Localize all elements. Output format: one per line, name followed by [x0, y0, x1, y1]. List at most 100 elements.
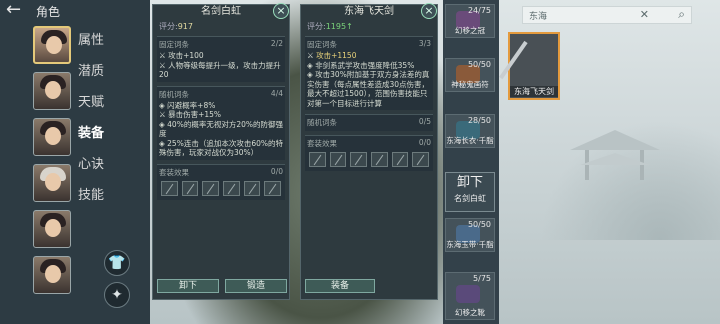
durability-count: 28/50 — [467, 116, 491, 125]
set-slot — [391, 152, 409, 167]
unequip-label: 卸下 — [456, 175, 483, 190]
fixed-attributes: 固定词条 3/3 ⚔ 攻击+1150 ◈ 非剑系武学攻击强度降低35% ◈ 攻击3… — [305, 36, 433, 110]
attribute-line: ◈ 40%的概率无视对方20%的防御强度 — [159, 119, 283, 139]
score-up-arrow-icon: ↑ — [346, 22, 353, 31]
outfit-button[interactable]: 👕 — [104, 250, 130, 276]
set-slot — [371, 152, 388, 167]
durability-count: 5/75 — [473, 274, 491, 283]
set-slot — [161, 180, 178, 196]
clear-icon[interactable]: ✕ — [640, 8, 649, 21]
equipped-item-title: 名剑白虹 — [201, 6, 241, 17]
clean-button[interactable]: ✦ — [104, 282, 130, 308]
equip-slot-label: 幻移之靴 — [455, 308, 485, 317]
character-portrait[interactable] — [33, 210, 71, 248]
forge-button[interactable]: 锻造 — [225, 279, 287, 293]
unequip-weapon-button[interactable]: 卸下 名剑白虹 — [445, 172, 495, 212]
back-arrow-icon[interactable]: ← — [0, 0, 36, 22]
durability-count: 24/75 — [467, 6, 491, 15]
durability-count: 50/50 — [467, 220, 491, 229]
unequip-button[interactable]: 卸下 — [157, 279, 219, 293]
attribute-line: ◈ 25%连击（追加本次攻击60%的特殊伤害，玩家对战仅为30%） — [159, 138, 283, 158]
nav-skills[interactable]: 技能 — [78, 181, 118, 211]
unequipped-item-name: 名剑白虹 — [454, 194, 486, 203]
section-label: 随机词条 — [159, 89, 189, 99]
character-nav: 属性 潜质 天赋 装备 心诀 技能 — [78, 26, 118, 212]
fixed-attributes: 固定词条 2/2 ⚔ 攻击+100 ⚔ 人物等级每提升一级，攻击力提升20 — [157, 36, 285, 82]
nav-mind-art[interactable]: 心诀 — [78, 150, 118, 180]
character-sidebar: ← 角色 属性 潜质 天赋 装备 心诀 技能 👕 ✦ — [0, 0, 150, 324]
search-result-item[interactable]: 东海飞天剑 — [499, 32, 560, 100]
section-count: 0/0 — [418, 138, 431, 147]
top-bar: ← 角色 — [0, 0, 150, 22]
search-icon[interactable]: ⌕ — [678, 7, 685, 22]
broom-icon: ✦ — [111, 287, 123, 303]
score-row: 评分:917 — [153, 19, 289, 34]
background-pavilion — [570, 130, 660, 180]
durability-count: 50/50 — [467, 60, 491, 69]
attribute-line: ◈ 非剑系武学攻击强度降低35% — [307, 60, 415, 70]
section-count: 0/0 — [270, 166, 283, 176]
set-effect: 套装效果 0/0 — [157, 163, 285, 200]
score-value: 917 — [177, 22, 193, 31]
compare-item-title: 东海飞天剑 — [344, 6, 394, 17]
nav-attributes[interactable]: 属性 — [78, 26, 118, 56]
character-portrait-list — [30, 22, 74, 302]
equip-slot-label: 神秘鬼画符 — [451, 80, 489, 89]
equipment-slot-column: 24/75 幻移之冠 50/50 神秘鬼画符 28/50 东海长衣·千脂 卸下 … — [443, 0, 499, 324]
attribute-line: ◈ 闪避概率+8% — [159, 100, 216, 110]
section-label: 套装效果 — [307, 139, 337, 148]
equip-slot-label: 东海玉带·千脂 — [446, 240, 494, 249]
set-slots — [159, 179, 283, 198]
equip-slot-boots[interactable]: 5/75 幻移之靴 — [445, 272, 495, 320]
section-label: 套装效果 — [159, 167, 189, 177]
attribute-line: ⚔ 攻击+100 — [159, 51, 204, 60]
equipped-item-panel: 名剑白虹 × 评分:917 固定词条 2/2 ⚔ 攻击+100 ⚔ 人物等级每提升… — [152, 3, 290, 300]
set-slot — [243, 180, 261, 196]
equip-slot-label: 幻移之冠 — [455, 26, 485, 35]
score-label: 评分: — [307, 22, 326, 31]
attribute-line: ⚔ 攻击+1150 — [307, 51, 357, 60]
item-search-input[interactable]: 东海 ✕ ⌕ — [522, 6, 692, 24]
equip-slot-armor[interactable]: 28/50 东海长衣·千脂 — [445, 114, 495, 148]
section-count: 3/3 — [418, 39, 431, 48]
attribute-line: ⚔ 人物等级每提升一级，攻击力提升20 — [159, 60, 281, 80]
section-label: 固定词条 — [159, 40, 189, 49]
set-slot — [264, 180, 282, 196]
nav-equipment[interactable]: 装备 — [78, 119, 118, 149]
equip-slot-label: 东海长衣·千脂 — [446, 136, 494, 145]
section-count: 0/5 — [418, 117, 431, 126]
equip-slot-belt[interactable]: 50/50 东海玉带·千脂 — [445, 218, 495, 252]
attribute-line: ◈ 攻击30%附加基于双方身法差的真实伤害（每点属性差造成30点伤害，最大不超过… — [307, 70, 430, 108]
set-slot — [350, 152, 368, 167]
set-slot — [181, 180, 199, 196]
compare-item-panel: 东海飞天剑 × 评分:1195↑ 固定词条 3/3 ⚔ 攻击+1150 ◈ 非剑系… — [300, 3, 438, 300]
item-name: 东海飞天剑 — [510, 86, 558, 97]
attribute-line: ⚔ 暴击伤害+15% — [159, 110, 222, 119]
set-slot — [309, 152, 326, 167]
section-label: 随机词条 — [307, 118, 337, 127]
nav-talent[interactable]: 天赋 — [78, 88, 118, 118]
set-slot — [329, 152, 347, 167]
close-icon[interactable]: × — [273, 3, 289, 19]
character-portrait[interactable] — [33, 164, 71, 202]
section-count: 2/2 — [270, 39, 283, 48]
character-portrait[interactable] — [33, 72, 71, 110]
character-portrait[interactable] — [33, 26, 71, 64]
random-attributes: 随机词条 4/4 ◈ 闪避概率+8% ⚔ 暴击伤害+15% ◈ 40%的概率无视对… — [157, 85, 285, 160]
set-slot — [223, 180, 240, 196]
page-title: 角色 — [36, 4, 61, 19]
set-slot — [202, 180, 220, 196]
nav-potential[interactable]: 潜质 — [78, 57, 118, 87]
equip-slot-accessory[interactable]: 50/50 神秘鬼画符 — [445, 58, 495, 92]
equip-slot-helmet[interactable]: 24/75 幻移之冠 — [445, 4, 495, 38]
set-slot — [412, 152, 430, 167]
close-icon[interactable]: × — [421, 3, 437, 19]
character-portrait[interactable] — [33, 118, 71, 156]
character-portrait[interactable] — [33, 256, 71, 294]
section-label: 固定词条 — [307, 40, 337, 49]
set-effect: 套装效果 0/0 — [305, 135, 433, 171]
search-text: 东海 — [529, 11, 548, 22]
equip-button[interactable]: 装备 — [305, 279, 375, 293]
score-label: 评分: — [159, 22, 178, 31]
shirt-icon: 👕 — [108, 255, 126, 271]
